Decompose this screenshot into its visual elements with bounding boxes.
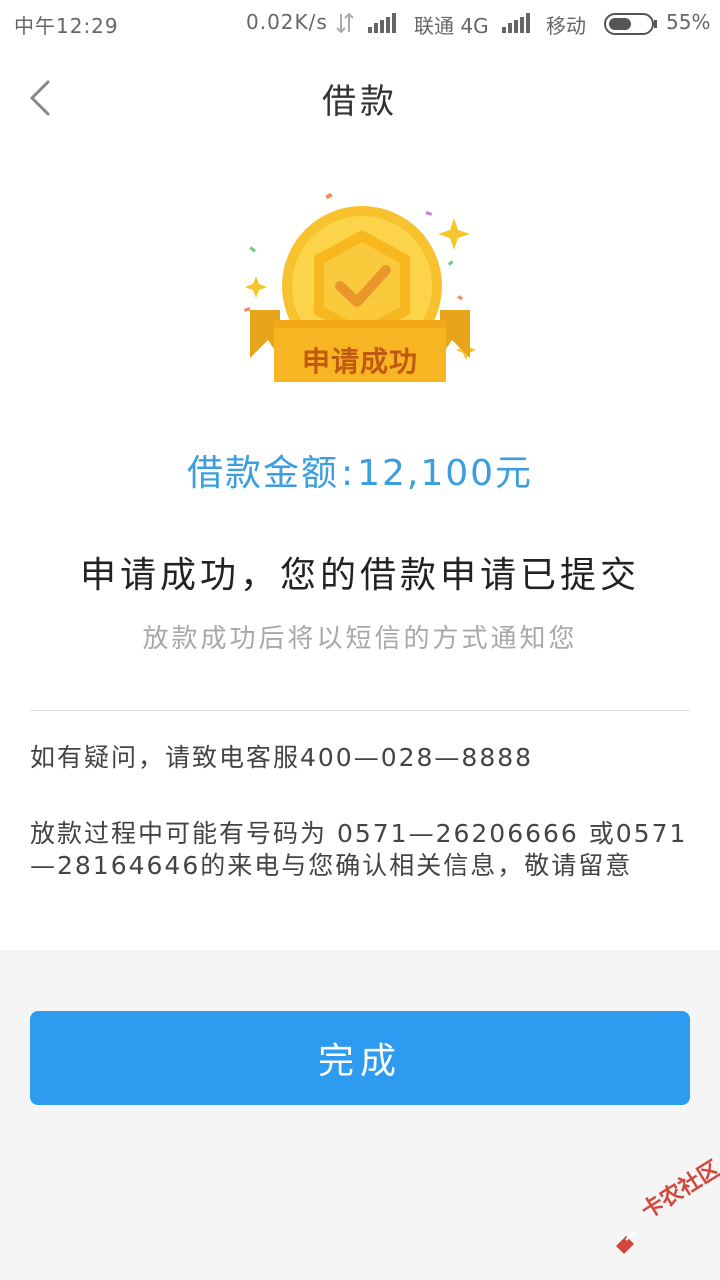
- data-transfer-icon: [336, 12, 354, 34]
- loan-amount-value: 12,100元: [357, 453, 534, 494]
- battery-icon: [604, 13, 657, 35]
- network-speed: 0.02K/s: [246, 10, 328, 34]
- done-button[interactable]: 完成: [30, 1011, 690, 1105]
- loan-amount-separator: :: [340, 453, 356, 494]
- success-headline: 申请成功，您的借款申请已提交: [79, 555, 640, 596]
- customer-service-text: 如有疑问，请致电客服400—028—8888: [30, 743, 534, 772]
- battery-percent: 55%: [666, 10, 711, 34]
- page-title: 借款: [322, 82, 398, 122]
- call-notice-text: 放款过程中可能有号码为 0571—26206666 或0571—28164646…: [30, 819, 688, 880]
- signal-strength-icon: [502, 13, 530, 33]
- carrier-unicom: 联通 4G: [414, 14, 489, 38]
- success-subline: 放款成功后将以短信的方式通知您: [142, 624, 578, 654]
- loan-amount: 借款金额:12,100元: [0, 444, 720, 496]
- status-time: 中午12:29: [14, 14, 119, 38]
- divider: [30, 710, 690, 711]
- medal-label: 申请成功: [301, 345, 418, 378]
- carrier-mobile: 移动: [546, 14, 586, 38]
- loan-amount-label: 借款金额: [186, 453, 339, 494]
- signal-strength-icon: [368, 13, 396, 33]
- status-bar: 中午12:29 0.02K/s 联通 4G 移动 55%: [0, 0, 720, 48]
